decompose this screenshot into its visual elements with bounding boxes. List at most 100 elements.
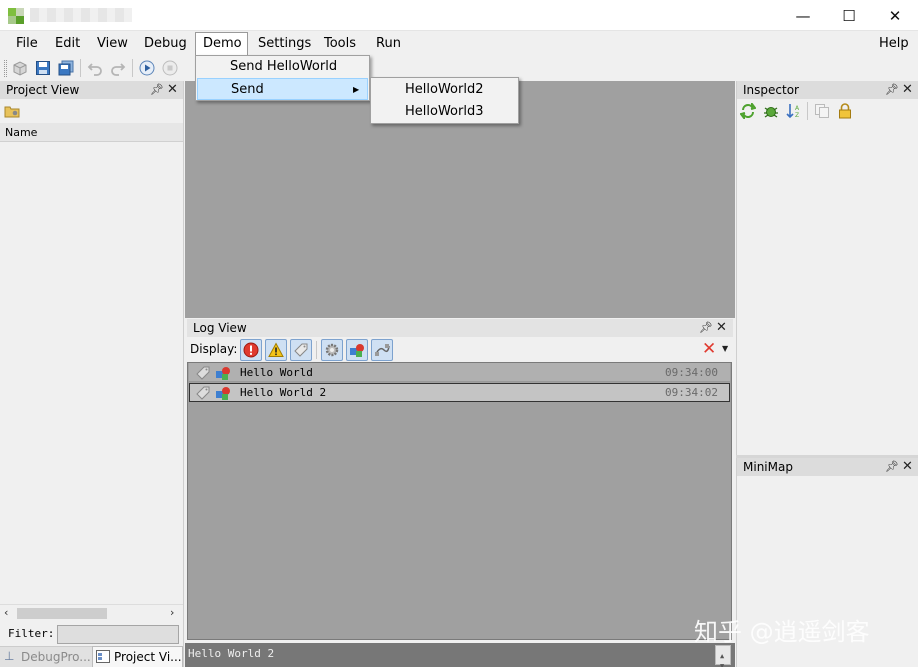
objects-icon xyxy=(216,387,230,400)
tab-debug-label: DebugPro... xyxy=(21,650,91,664)
svg-text:Z: Z xyxy=(795,112,799,119)
tag-icon xyxy=(294,343,308,357)
copy-icon[interactable] xyxy=(814,103,830,119)
error-icon xyxy=(243,342,259,358)
warning-icon xyxy=(268,342,284,357)
tag-icon xyxy=(196,386,210,400)
window-title-blurred xyxy=(30,8,132,22)
filter-input[interactable] xyxy=(57,625,179,644)
debug-tab-icon: ⊥ xyxy=(4,649,15,663)
redo-icon[interactable] xyxy=(110,60,126,76)
filter-label: Filter: xyxy=(8,627,55,640)
submenu-arrow-icon: ▶ xyxy=(353,85,360,94)
menu-item-helloworld2[interactable]: HelloWorld2 xyxy=(371,79,518,101)
menu-run[interactable]: Run xyxy=(376,31,401,56)
menu-file[interactable]: File xyxy=(16,31,38,56)
minimap-title: MiniMap xyxy=(743,460,793,474)
log-detail-text: Hello World 2 xyxy=(188,647,275,660)
menu-item-label: Send xyxy=(231,82,264,97)
tree-header[interactable]: Name xyxy=(0,123,183,142)
tab-project-view[interactable]: Project Vi... xyxy=(92,646,183,667)
column-header-name: Name xyxy=(5,126,38,139)
scroll-left-icon[interactable]: ‹ xyxy=(4,606,8,619)
menu-bar xyxy=(0,31,918,56)
menu-item-send[interactable]: Send ▶ xyxy=(197,78,368,100)
log-time: 09:34:02 xyxy=(665,386,718,399)
stop-icon[interactable] xyxy=(162,60,178,76)
gear-icon xyxy=(325,343,339,357)
filter-errors-button[interactable] xyxy=(240,339,262,361)
pin-icon[interactable]: 📌︎ xyxy=(150,83,164,96)
log-row-2-selected[interactable]: Hello World 2 09:34:02 xyxy=(189,383,730,402)
scroll-right-icon[interactable]: › xyxy=(170,606,174,619)
pin-icon[interactable]: 📌︎ xyxy=(885,83,899,96)
display-label: Display: xyxy=(190,342,238,356)
tab-project-label: Project Vi... xyxy=(114,650,182,664)
save-icon[interactable] xyxy=(35,60,51,76)
log-view-header: Log View xyxy=(187,319,733,337)
log-view-panel: Log View 📌︎ ✕ Display: ✕ ▼ Hello World 0… xyxy=(185,318,735,667)
undo-icon[interactable] xyxy=(87,60,103,76)
maximize-button[interactable]: ☐ xyxy=(826,0,872,31)
close-panel-icon[interactable]: ✕ xyxy=(167,82,178,97)
inspector-panel: Inspector 📌︎ ✕ AZ xyxy=(736,81,918,456)
filter-warnings-button[interactable] xyxy=(265,339,287,361)
bug-icon[interactable] xyxy=(763,103,779,119)
new-project-icon[interactable] xyxy=(12,60,28,76)
menu-settings[interactable]: Settings xyxy=(258,31,311,56)
sort-icon[interactable]: AZ xyxy=(786,103,802,119)
log-message: Hello World xyxy=(240,366,313,379)
log-toolbar: Display: ✕ ▼ xyxy=(187,338,733,362)
close-panel-icon[interactable]: ✕ xyxy=(902,82,913,97)
menu-help[interactable]: Help xyxy=(879,31,909,56)
minimize-button[interactable]: — xyxy=(780,0,826,31)
send-submenu-dropdown: HelloWorld2 HelloWorld3 xyxy=(370,77,519,124)
close-window-button[interactable]: ✕ xyxy=(872,0,918,31)
pin-icon[interactable]: 📌︎ xyxy=(885,460,899,473)
objects-icon xyxy=(350,344,364,357)
menu-view[interactable]: View xyxy=(97,31,128,56)
panel-splitter[interactable] xyxy=(736,455,918,458)
toolbar-grip[interactable] xyxy=(4,60,7,77)
title-bar: — ☐ ✕ xyxy=(0,0,918,31)
folder-settings-icon[interactable] xyxy=(4,103,20,119)
scrollbar-thumb[interactable] xyxy=(17,608,107,619)
project-tab-icon xyxy=(96,650,110,663)
pin-icon[interactable]: 📌︎ xyxy=(699,321,713,334)
filter-info-button[interactable] xyxy=(290,339,312,361)
project-view-panel: Project View 📌︎ ✕ Name ‹ › Filter: ⊥ Deb… xyxy=(0,81,184,667)
menu-item-send-helloworld[interactable]: Send HelloWorld xyxy=(196,56,369,78)
menu-debug[interactable]: Debug xyxy=(144,31,187,56)
network-icon xyxy=(375,344,390,356)
close-panel-icon[interactable]: ✕ xyxy=(716,320,727,335)
menu-edit[interactable]: Edit xyxy=(55,31,80,56)
scroll-down-icon[interactable]: ▼ xyxy=(720,655,724,667)
log-row-1[interactable]: Hello World 09:34:00 xyxy=(189,363,730,382)
project-view-title: Project View xyxy=(6,83,80,97)
clear-log-icon[interactable]: ✕ xyxy=(702,339,716,359)
tab-debug-properties[interactable]: ⊥ DebugPro... xyxy=(0,646,92,667)
close-panel-icon[interactable]: ✕ xyxy=(902,459,913,474)
filter-row: Filter: xyxy=(0,622,183,646)
menu-item-label: Send HelloWorld xyxy=(230,59,338,74)
detail-scroll-spinner[interactable]: ▲ ▼ xyxy=(715,645,731,667)
log-list[interactable]: Hello World 09:34:00 Hello World 2 09:34… xyxy=(187,362,732,640)
inspector-title: Inspector xyxy=(743,83,799,97)
lock-icon[interactable] xyxy=(837,103,853,119)
filter-system-button[interactable] xyxy=(321,339,343,361)
filter-objects-button[interactable] xyxy=(346,339,368,361)
menu-item-helloworld3[interactable]: HelloWorld3 xyxy=(371,101,518,123)
menu-tools[interactable]: Tools xyxy=(324,31,356,56)
demo-menu-dropdown: Send HelloWorld Send ▶ xyxy=(195,55,370,101)
horizontal-scrollbar[interactable]: ‹ › xyxy=(0,604,183,621)
log-view-title: Log View xyxy=(193,321,247,335)
log-detail-line[interactable]: Hello World 2 ▲ ▼ xyxy=(185,643,735,667)
play-icon[interactable] xyxy=(139,60,155,76)
clear-log-dropdown-icon[interactable]: ▼ xyxy=(722,344,728,353)
refresh-icon[interactable] xyxy=(740,103,756,119)
menu-demo[interactable]: Demo xyxy=(203,31,242,56)
app-logo-icon xyxy=(8,8,24,24)
menu-item-label: HelloWorld2 xyxy=(405,82,484,97)
save-all-icon[interactable] xyxy=(58,60,74,76)
filter-network-button[interactable] xyxy=(371,339,393,361)
